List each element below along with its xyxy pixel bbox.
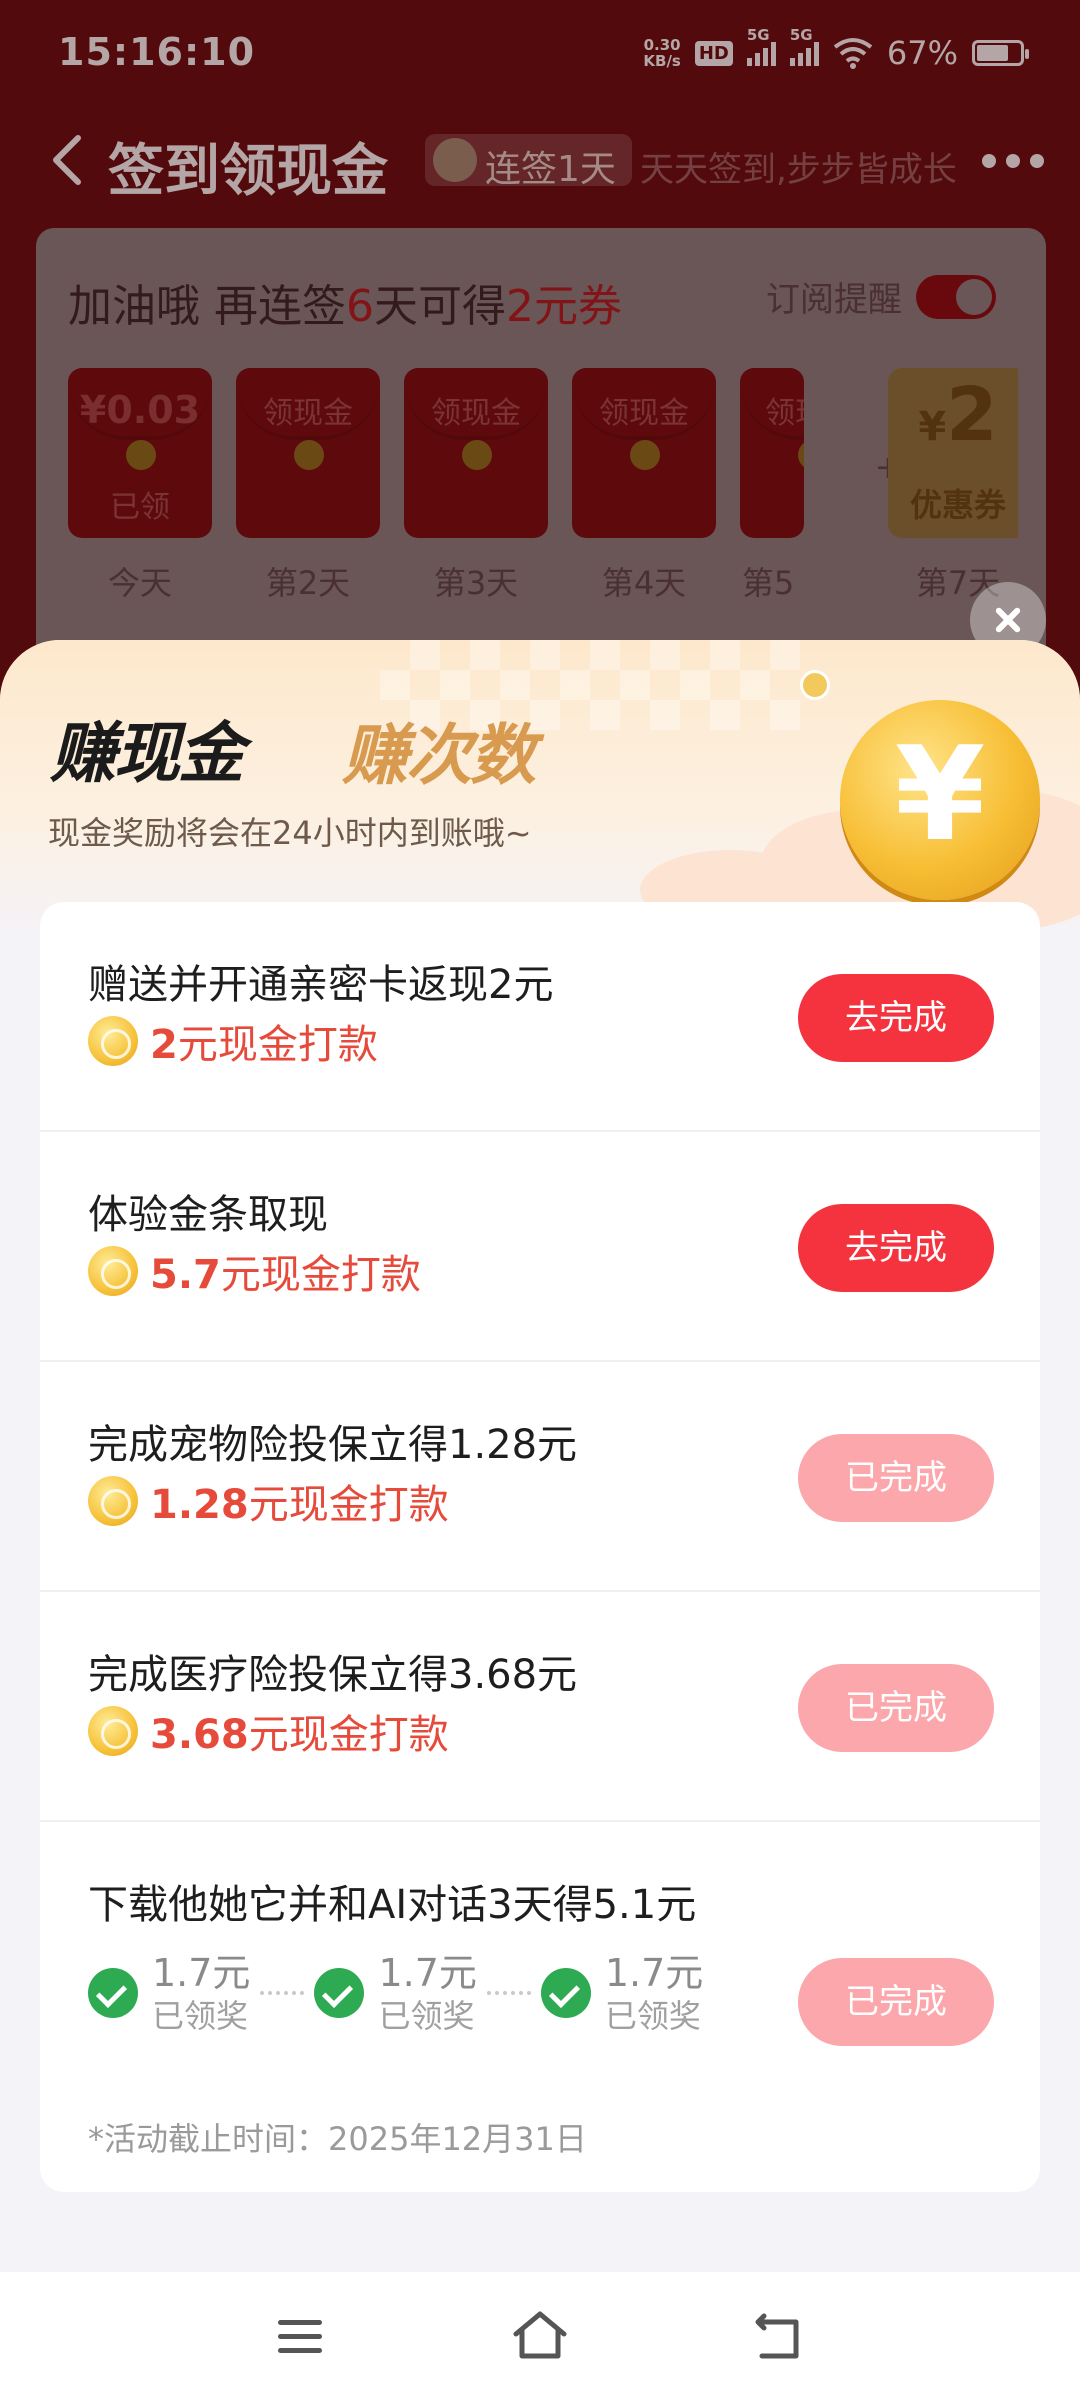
task-steps: 1.7元 已领奖 1.7元 已领奖 1.7元 已领奖 [88,1950,703,2036]
home-icon[interactable] [510,2306,570,2366]
task-item: 完成宠物险投保立得1.28元 1.28元现金打款 已完成 [40,1362,1040,1592]
menu-icon[interactable] [270,2306,330,2366]
task-go-button[interactable]: 去完成 [798,1204,994,1292]
task-title: 下载他她它并和AI对话3天得5.1元 [88,1882,697,1928]
system-nav-bar [0,2272,1080,2400]
task-title: 完成宠物险投保立得1.28元 [88,1422,578,1468]
deadline-note: *活动截止时间：2025年12月31日 [88,2120,587,2158]
task-list: 赠送并开通亲密卡返现2元 2元现金打款 去完成 体验金条取现 5.7元现金打款 … [40,902,1040,2192]
tab-earn-count[interactable]: 赚次数 [342,702,536,798]
coin-icon [88,1246,138,1296]
task-reward: 2元现金打款 [88,1012,378,1070]
task-title: 体验金条取现 [88,1192,328,1238]
background-page: 15:16:10 0.30 KB/s HD 5G 5G 67% 签到领现金 连签… [0,0,1080,700]
task-go-button[interactable]: 去完成 [798,974,994,1062]
step-connector [260,1991,305,1995]
task-item: 赠送并开通亲密卡返现2元 2元现金打款 去完成 [40,902,1040,1132]
back-icon[interactable] [750,2306,810,2366]
task-sheet: ¥ 赚现金 赚次数 现金奖励将会在24小时内到账哦~ 赠送并开通亲密卡返现2元 … [0,640,1080,2270]
task-reward: 1.28元现金打款 [88,1472,449,1530]
task-item: 完成医疗险投保立得3.68元 3.68元现金打款 已完成 [40,1592,1040,1822]
task-item: 体验金条取现 5.7元现金打款 去完成 [40,1132,1040,1362]
coin-icon [88,1476,138,1526]
coin-icon [800,670,830,700]
task-done-button[interactable]: 已完成 [798,1434,994,1522]
task-reward: 3.68元现金打款 [88,1702,449,1760]
step-item: 1.7元 已领奖 [314,1950,477,2036]
coin-icon [88,1016,138,1066]
sheet-subtitle: 现金奖励将会在24小时内到账哦~ [48,814,532,852]
task-title: 完成医疗险投保立得3.68元 [88,1652,578,1698]
tab-earn-cash[interactable]: 赚现金 [50,700,256,796]
check-icon [88,1968,138,2018]
task-item-ai-chat: 下载他她它并和AI对话3天得5.1元 1.7元 已领奖 1.7元 已领奖 1.7… [40,1822,1040,2192]
coin-icon [88,1706,138,1756]
step-item: 1.7元 已领奖 [540,1950,703,2036]
step-item: 1.7元 已领奖 [88,1950,250,2036]
modal-overlay[interactable] [0,0,1080,700]
task-reward: 5.7元现金打款 [88,1242,421,1300]
task-title: 赠送并开通亲密卡返现2元 [88,962,554,1008]
task-done-button[interactable]: 已完成 [798,1664,994,1752]
check-icon [540,1968,591,2018]
coin-icon: ¥ [840,700,1040,900]
task-done-button[interactable]: 已完成 [798,1958,994,2046]
step-connector [486,1991,531,1995]
check-icon [314,1968,365,2018]
